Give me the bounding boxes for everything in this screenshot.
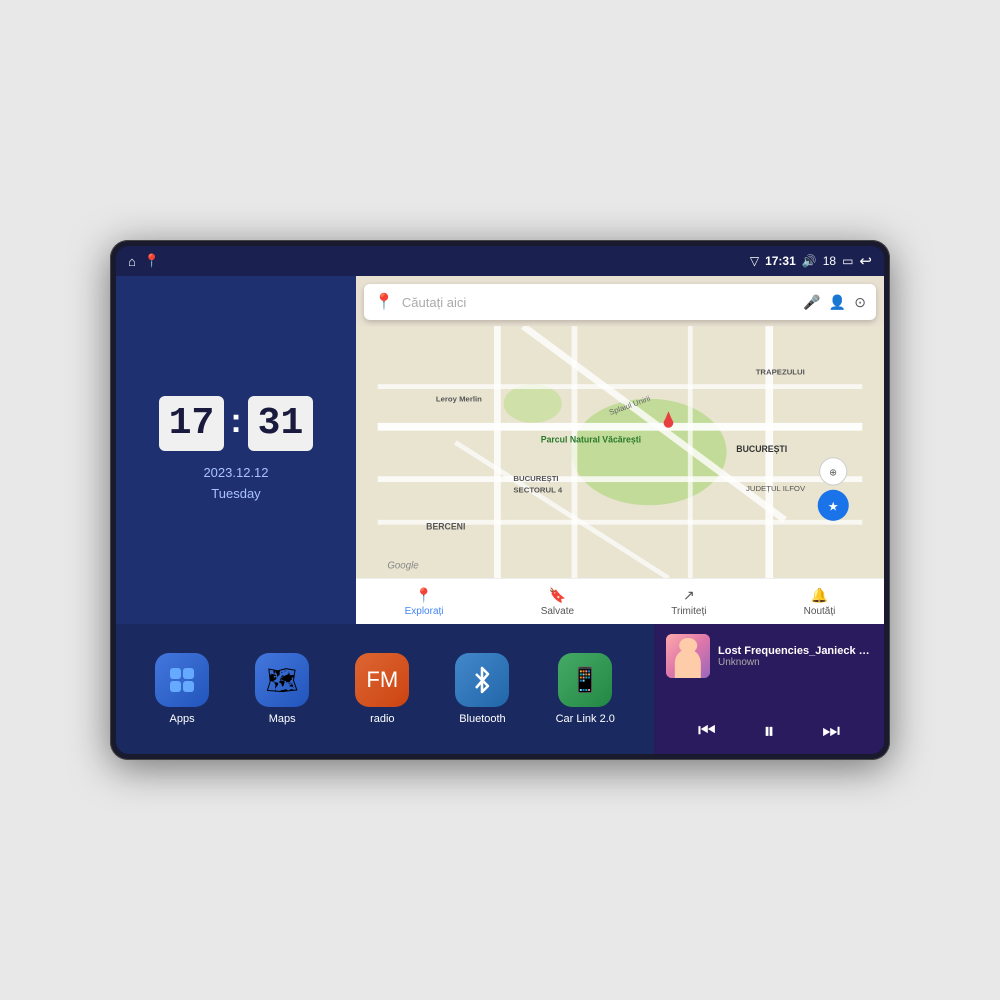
signal-icon: ▽: [750, 254, 759, 268]
bluetooth-label: Bluetooth: [459, 713, 505, 725]
status-bar: ⌂ 📍 ▽ 17:31 🔊 18 ▭ ↩: [116, 246, 884, 276]
carlink-icon: 📱: [558, 653, 612, 707]
clock-minutes: 31: [248, 396, 314, 451]
prev-button[interactable]: ⏮: [698, 720, 716, 743]
back-icon[interactable]: ↩: [859, 252, 872, 270]
share-icon: ↗: [683, 587, 695, 604]
bluetooth-icon: [455, 653, 509, 707]
maps-icon: 🗺: [255, 653, 309, 707]
radio-label: radio: [370, 713, 394, 725]
svg-text:BUCUREȘTI: BUCUREȘTI: [736, 444, 787, 454]
apps-label: Apps: [170, 713, 195, 725]
next-button[interactable]: ⏭: [822, 720, 840, 743]
svg-text:SECTORUL 4: SECTORUL 4: [513, 486, 562, 495]
map-search-bar[interactable]: 📍 Căutați aici 🎤 👤 ⊙: [364, 284, 876, 320]
app-item-carlink[interactable]: 📱 Car Link 2.0: [556, 653, 615, 725]
main-content: 17 : 31 2023.12.12 Tuesday 📍 Căutați aic…: [116, 276, 884, 754]
saved-icon: 🔖: [549, 587, 566, 604]
music-artist: Unknown: [718, 657, 872, 668]
svg-text:⊕: ⊕: [829, 467, 837, 478]
map-bottom-nav: 📍 Explorați 🔖 Salvate ↗ Trimiteți 🔔: [356, 578, 884, 624]
svg-text:Google: Google: [387, 560, 419, 571]
map-search-placeholder[interactable]: Căutați aici: [402, 295, 795, 310]
carlink-label: Car Link 2.0: [556, 713, 615, 725]
map-nav-saved[interactable]: 🔖 Salvate: [541, 587, 574, 617]
map-search-controls: 🎤 👤 ⊙: [803, 294, 866, 311]
battery-icon: ▭: [842, 254, 853, 268]
news-icon: 🔔: [811, 587, 828, 604]
battery-level: 18: [823, 254, 836, 268]
clock-display: 17 : 31: [159, 396, 314, 451]
svg-text:★: ★: [828, 501, 838, 513]
play-pause-button[interactable]: ⏸: [763, 718, 774, 744]
map-search-pin-icon: 📍: [374, 292, 394, 312]
account-icon[interactable]: 👤: [829, 294, 846, 311]
svg-text:BUCUREȘTI: BUCUREȘTI: [513, 474, 558, 483]
svg-text:Parcul Natural Văcărești: Parcul Natural Văcărești: [541, 434, 641, 444]
volume-icon: 🔊: [802, 254, 817, 268]
music-title: Lost Frequencies_Janieck Devy-...: [718, 645, 872, 657]
device-screen: ⌂ 📍 ▽ 17:31 🔊 18 ▭ ↩ 17 :: [116, 246, 884, 754]
music-text: Lost Frequencies_Janieck Devy-... Unknow…: [718, 645, 872, 668]
news-label: Noutăți: [804, 606, 836, 617]
device-frame: ⌂ 📍 ▽ 17:31 🔊 18 ▭ ↩ 17 :: [110, 240, 890, 760]
status-left: ⌂ 📍: [128, 253, 160, 269]
app-item-maps[interactable]: 🗺 Maps: [255, 653, 309, 725]
clock-panel: 17 : 31 2023.12.12 Tuesday: [116, 276, 356, 624]
svg-text:TRAPEZULUI: TRAPEZULUI: [756, 367, 805, 376]
music-thumbnail: [666, 634, 710, 678]
radio-icon: FM: [355, 653, 409, 707]
svg-text:BERCENI: BERCENI: [426, 522, 465, 532]
explore-label: Explorați: [405, 606, 444, 617]
bottom-section: Apps 🗺 Maps FM radio: [116, 624, 884, 754]
app-item-bluetooth[interactable]: Bluetooth: [455, 653, 509, 725]
music-player: Lost Frequencies_Janieck Devy-... Unknow…: [654, 624, 884, 754]
map-area: Parcul Natural Văcărești Leroy Merlin BU…: [356, 326, 884, 578]
map-nav-explore[interactable]: 📍 Explorați: [405, 587, 444, 617]
svg-text:JUDEȚUL ILFOV: JUDEȚUL ILFOV: [746, 484, 806, 493]
clock-colon: :: [230, 402, 241, 441]
home-icon[interactable]: ⌂: [128, 254, 136, 269]
music-controls: ⏮ ⏸ ⏭: [666, 718, 872, 744]
status-right: ▽ 17:31 🔊 18 ▭ ↩: [750, 252, 872, 270]
explore-icon: 📍: [415, 587, 432, 604]
maps-label: Maps: [269, 713, 296, 725]
mic-icon[interactable]: 🎤: [803, 294, 820, 311]
app-item-radio[interactable]: FM radio: [355, 653, 409, 725]
map-nav-share[interactable]: ↗ Trimiteți: [671, 587, 706, 617]
svg-text:Leroy Merlin: Leroy Merlin: [436, 395, 482, 404]
saved-label: Salvate: [541, 606, 574, 617]
map-nav-news[interactable]: 🔔 Noutăți: [804, 587, 836, 617]
map-panel[interactable]: 📍 Căutați aici 🎤 👤 ⊙: [356, 276, 884, 624]
music-info: Lost Frequencies_Janieck Devy-... Unknow…: [666, 634, 872, 678]
app-item-apps[interactable]: Apps: [155, 653, 209, 725]
share-label: Trimiteți: [671, 606, 706, 617]
layers-icon[interactable]: ⊙: [854, 294, 866, 311]
status-time: 17:31: [765, 254, 796, 268]
apps-grid: Apps 🗺 Maps FM radio: [116, 624, 654, 754]
clock-hours: 17: [159, 396, 225, 451]
apps-icon: [155, 653, 209, 707]
clock-date: 2023.12.12 Tuesday: [203, 463, 268, 505]
top-section: 17 : 31 2023.12.12 Tuesday 📍 Căutați aic…: [116, 276, 884, 624]
maps-shortcut-icon[interactable]: 📍: [144, 253, 160, 269]
map-content: Parcul Natural Văcărești Leroy Merlin BU…: [356, 326, 884, 578]
